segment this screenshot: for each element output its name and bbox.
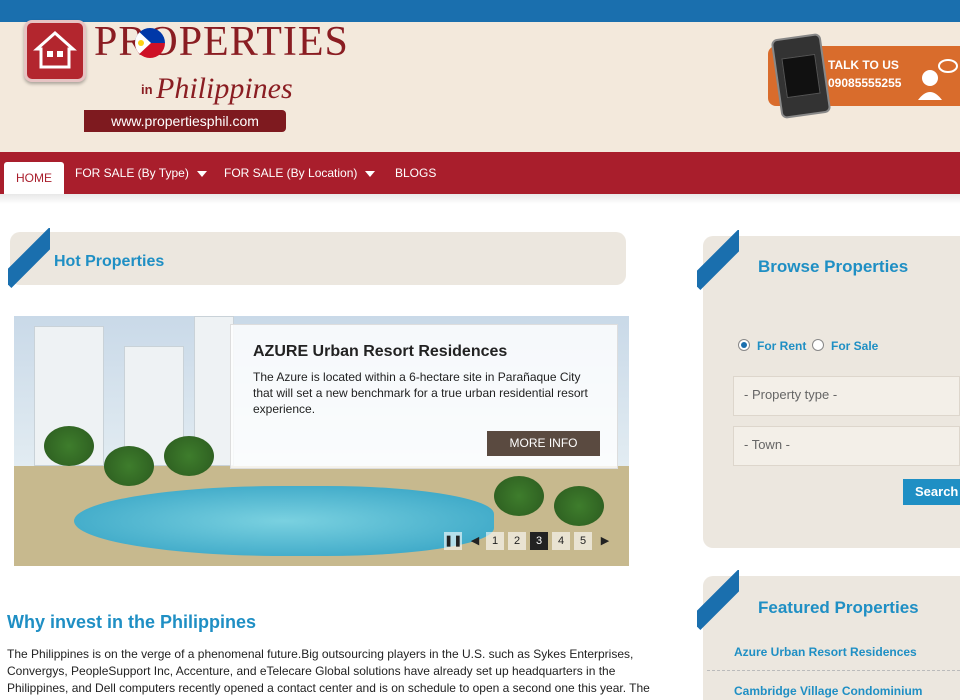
featured-title: Featured Properties	[758, 598, 919, 617]
property-type-select[interactable]: - Property type -	[733, 376, 960, 416]
palm-tree	[554, 486, 604, 526]
chevron-down-icon	[196, 170, 207, 177]
nav-label: FOR SALE (By Location)	[224, 166, 358, 180]
why-invest-text: The Philippines is on the verge of a phe…	[7, 647, 650, 695]
logo-in: in	[141, 82, 153, 97]
logo-title: PROPERTIES	[94, 19, 349, 65]
nav-for-sale-by-type[interactable]: FOR SALE (By Type)	[75, 164, 207, 182]
main-nav: HOME FOR SALE (By Type) FOR SALE (By Loc…	[0, 152, 960, 194]
search-button[interactable]: Search	[903, 479, 960, 505]
pager-page[interactable]: 2	[508, 532, 526, 550]
for-rent-radio[interactable]	[738, 339, 750, 351]
pause-icon[interactable]: ❚❚	[444, 532, 462, 550]
next-arrow-icon[interactable]: ▶	[596, 532, 614, 550]
person-speech-icon	[912, 56, 958, 102]
palm-tree	[164, 436, 214, 476]
for-sale-radio[interactable]	[812, 339, 824, 351]
nav-label: FOR SALE (By Type)	[75, 166, 189, 180]
hot-properties-title: Hot Properties	[54, 253, 165, 270]
featured-divider	[707, 670, 960, 671]
chevron-down-icon	[365, 170, 376, 177]
nav-home[interactable]: HOME	[4, 162, 64, 194]
town-select[interactable]: - Town -	[733, 426, 960, 466]
ribbon-icon	[697, 230, 739, 290]
why-invest-title: Why invest in the Philippines	[7, 612, 257, 632]
featured-item[interactable]: Azure Urban Resort Residences	[734, 645, 917, 659]
hot-properties-slider[interactable]: AZURE Urban Resort Residences The Azure …	[14, 316, 629, 566]
pager-page[interactable]: 4	[552, 532, 570, 550]
nav-shadow	[0, 194, 960, 204]
featured-properties-panel	[703, 576, 960, 700]
featured-item[interactable]: Cambridge Village Condominium	[734, 684, 922, 698]
house-icon	[24, 20, 86, 82]
slide-text: The Azure is located within a 6-hectare …	[253, 370, 588, 416]
pager-page[interactable]: 5	[574, 532, 592, 550]
for-sale-label: For Sale	[831, 339, 879, 353]
talk-number[interactable]: 09085555255	[828, 76, 901, 90]
slide-caption: AZURE Urban Resort Residences The Azure …	[230, 324, 618, 469]
browse-title: Browse Properties	[758, 257, 909, 276]
ribbon-icon	[8, 228, 50, 288]
palm-tree	[104, 446, 154, 486]
pager-page-current[interactable]: 3	[530, 532, 548, 550]
talk-label: TALK TO US	[828, 58, 899, 72]
for-rent-label: For Rent	[757, 339, 807, 353]
prev-arrow-icon[interactable]: ◀	[466, 532, 484, 550]
philippine-flag-icon	[135, 28, 165, 58]
slide-pool	[74, 486, 494, 556]
palm-tree	[494, 476, 544, 516]
more-info-button[interactable]: MORE INFO	[487, 431, 600, 456]
logo-subtitle: Philippines	[156, 72, 293, 105]
site-logo[interactable]: PROPERTIES in Philippines www.properties…	[24, 20, 348, 135]
ribbon-icon	[697, 570, 739, 630]
nav-blogs[interactable]: BLOGS	[395, 164, 436, 182]
palm-tree	[44, 426, 94, 466]
logo-url: www.propertiesphil.com	[84, 110, 286, 132]
slide-title: AZURE Urban Resort Residences	[253, 343, 508, 360]
nav-for-sale-by-location[interactable]: FOR SALE (By Location)	[224, 164, 376, 182]
pager-page[interactable]: 1	[486, 532, 504, 550]
